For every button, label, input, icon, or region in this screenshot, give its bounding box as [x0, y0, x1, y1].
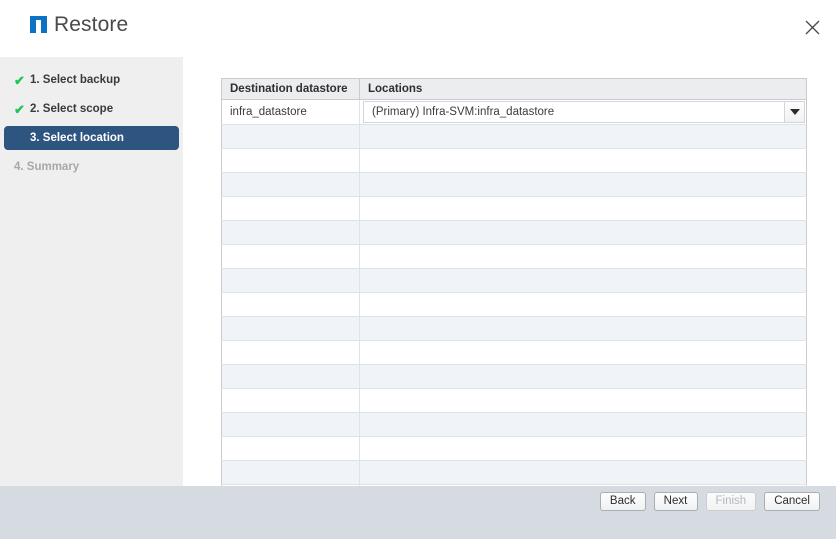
cell-locations	[359, 436, 807, 461]
finish-button: Finish	[705, 492, 757, 511]
cell-destination-datastore	[221, 268, 360, 293]
table-header-row: Destination datastore Locations	[221, 78, 807, 100]
table-row-empty[interactable]	[221, 268, 807, 293]
check-icon: ✔	[14, 72, 25, 88]
brand: Restore	[30, 14, 128, 35]
cell-locations: (Primary) Infra-SVM:infra_datastore	[359, 99, 807, 125]
sidebar-step-label: 1. Select backup	[30, 74, 121, 86]
cell-destination-datastore	[221, 340, 360, 365]
cell-destination-datastore	[221, 148, 360, 173]
table-row-empty[interactable]	[221, 316, 807, 341]
cell-locations	[359, 460, 807, 485]
cell-destination-datastore	[221, 316, 360, 341]
back-button[interactable]: Back	[599, 492, 646, 511]
column-header-destination-datastore: Destination datastore	[221, 78, 360, 100]
cell-destination-datastore	[221, 244, 360, 269]
next-button[interactable]: Next	[653, 492, 698, 511]
sidebar-step-label: 4. Summary	[14, 161, 80, 173]
cell-locations	[359, 364, 807, 389]
cell-destination-datastore	[221, 220, 360, 245]
cell-locations	[359, 340, 807, 365]
cell-destination-datastore	[221, 436, 360, 461]
cell-destination-datastore	[221, 124, 360, 149]
cancel-button[interactable]: Cancel	[764, 492, 820, 511]
table-row-empty[interactable]	[221, 220, 807, 245]
table-row-empty[interactable]	[221, 412, 807, 437]
cell-locations	[359, 172, 807, 197]
cell-locations	[359, 292, 807, 317]
table-row-empty[interactable]	[221, 340, 807, 365]
table-row-empty[interactable]	[221, 124, 807, 149]
table-row-empty[interactable]	[221, 292, 807, 317]
sidebar-step-summary[interactable]: 4. Summary	[4, 155, 179, 179]
cell-locations	[359, 148, 807, 173]
location-select[interactable]: (Primary) Infra-SVM:infra_datastore	[363, 101, 784, 123]
wizard-content-panel: Destination datastore Locations infra_da…	[183, 57, 836, 533]
page-title: Restore	[54, 13, 129, 36]
sidebar-step-label: 3. Select location	[30, 132, 124, 144]
cell-locations	[359, 316, 807, 341]
cell-locations	[359, 388, 807, 413]
netapp-logo-icon	[30, 16, 47, 33]
close-icon[interactable]	[797, 12, 827, 42]
chevron-down-icon[interactable]	[784, 101, 805, 123]
cell-destination-datastore	[221, 460, 360, 485]
table-row-empty[interactable]	[221, 172, 807, 197]
footer-button-group: Back Next Finish Cancel	[599, 492, 820, 511]
cell-locations	[359, 124, 807, 149]
table-row-empty[interactable]	[221, 148, 807, 173]
cell-destination-datastore	[221, 292, 360, 317]
cell-destination-datastore	[221, 196, 360, 221]
wizard-footer: Back Next Finish Cancel	[0, 486, 836, 539]
cell-destination-datastore	[221, 364, 360, 389]
sidebar-step-select-backup[interactable]: ✔ 1. Select backup	[4, 68, 179, 92]
cell-locations	[359, 220, 807, 245]
sidebar-step-label: 2. Select scope	[30, 103, 114, 115]
sidebar-step-select-location[interactable]: 3. Select location	[4, 126, 179, 150]
table-row-empty[interactable]	[221, 196, 807, 221]
check-icon: ✔	[14, 101, 25, 117]
table-row-empty[interactable]	[221, 244, 807, 269]
table-header: Destination datastore Locations	[221, 78, 807, 100]
cell-locations	[359, 412, 807, 437]
destination-datastore-table: Destination datastore Locations infra_da…	[221, 78, 807, 533]
table-row-empty[interactable]	[221, 460, 807, 485]
cell-locations	[359, 196, 807, 221]
table-row-empty[interactable]	[221, 388, 807, 413]
table-body: infra_datastore (Primary) Infra-SVM:infr…	[221, 99, 807, 533]
cell-destination-datastore	[221, 412, 360, 437]
cell-destination-datastore	[221, 388, 360, 413]
cell-locations	[359, 244, 807, 269]
cell-destination-datastore: infra_datastore	[221, 99, 360, 125]
wizard-steps-sidebar: ✔ 1. Select backup ✔ 2. Select scope 3. …	[0, 57, 183, 486]
cell-locations	[359, 268, 807, 293]
table-row-empty[interactable]	[221, 364, 807, 389]
table-row[interactable]: infra_datastore (Primary) Infra-SVM:infr…	[221, 99, 807, 125]
wizard-header: Restore	[0, 0, 836, 57]
cell-destination-datastore	[221, 172, 360, 197]
table-row-empty[interactable]	[221, 436, 807, 461]
column-header-locations: Locations	[359, 78, 807, 100]
sidebar-step-select-scope[interactable]: ✔ 2. Select scope	[4, 97, 179, 121]
